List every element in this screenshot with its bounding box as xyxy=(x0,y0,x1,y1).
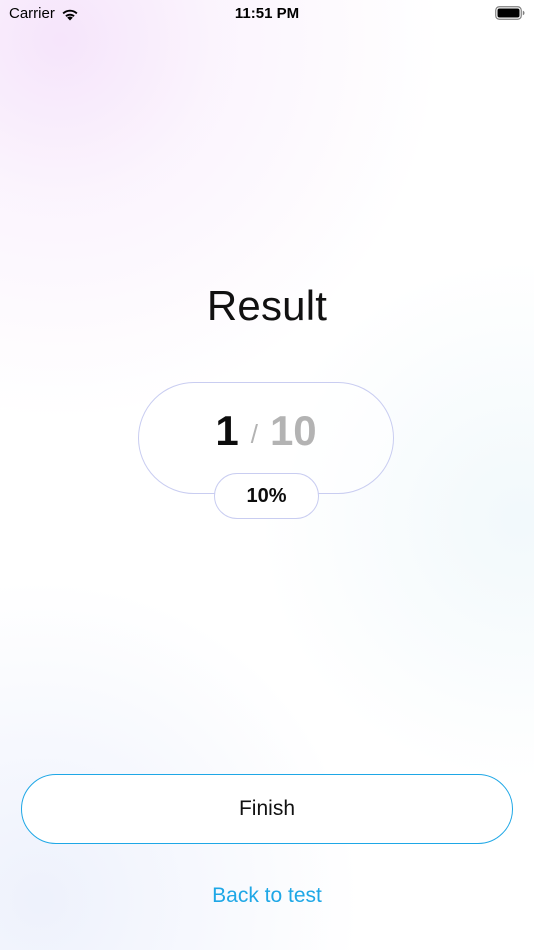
status-bar: Carrier 11:51 PM xyxy=(0,0,534,30)
score-separator: / xyxy=(250,419,258,449)
score-total: 10 xyxy=(269,407,317,454)
back-to-test-link[interactable]: Back to test xyxy=(0,884,534,908)
percent-badge: 10% xyxy=(214,473,319,519)
result-screen: Result 1 / 10 10% Finish Back to test xyxy=(0,0,534,950)
finish-button[interactable]: Finish xyxy=(21,774,513,844)
battery-full-icon xyxy=(495,6,525,20)
score-correct: 1 xyxy=(215,407,239,454)
page-title: Result xyxy=(206,282,328,329)
score-row: 1 / 10 xyxy=(139,407,393,455)
status-time: 11:51 PM xyxy=(234,5,300,22)
